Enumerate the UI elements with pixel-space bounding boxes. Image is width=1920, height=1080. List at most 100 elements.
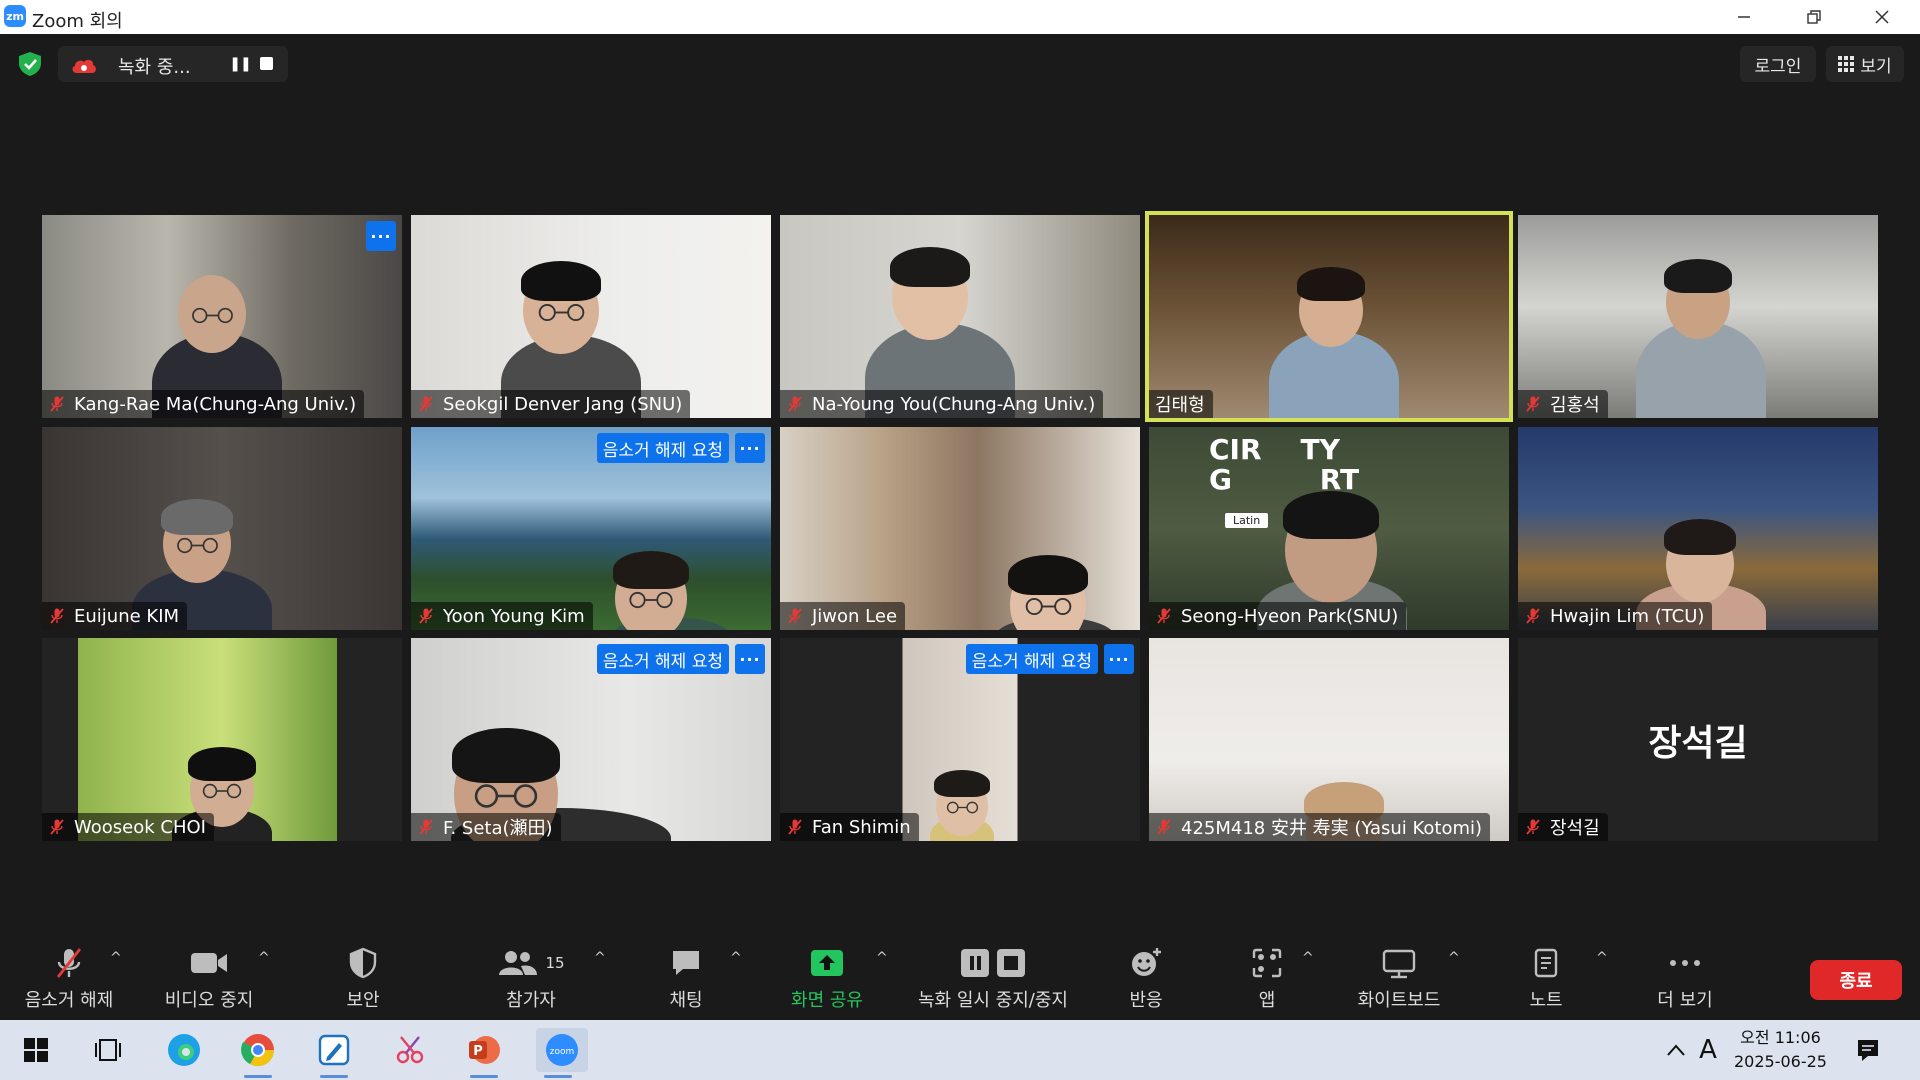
video-tile[interactable]: Kang-Rae Ma(Chung-Ang Univ.) ··· (42, 215, 402, 418)
mic-muted-icon (1526, 396, 1540, 412)
tile-more-button[interactable]: ··· (1104, 644, 1134, 674)
video-tile[interactable]: Yoon Young Kim 음소거 해제 요청 ··· (411, 427, 771, 630)
ime-indicator[interactable]: A (1686, 1028, 1730, 1072)
mic-muted-icon (419, 396, 433, 412)
notifications-button[interactable] (1846, 1028, 1890, 1072)
video-tile[interactable]: Fan Shimin 음소거 해제 요청 ··· (780, 638, 1140, 841)
participant-name: Seokgil Denver Jang (SNU) (443, 393, 683, 415)
participant-name: 김홍석 (1550, 395, 1600, 416)
participant-hair (1664, 259, 1732, 293)
notes-options-caret-icon[interactable]: ^ (1596, 950, 1608, 966)
clock-date: 2025-06-25 (1734, 1052, 1827, 1071)
more-label: 더 보기 (1657, 990, 1713, 1011)
login-button[interactable]: 로그인 (1740, 46, 1816, 82)
recording-controls-button[interactable]: 녹화 일시 중지/중지 (910, 940, 1076, 1020)
participant-hair (1008, 555, 1088, 595)
apps-options-caret-icon[interactable]: ^ (1302, 950, 1314, 966)
security-shield-icon[interactable] (16, 50, 44, 78)
mic-muted-icon (56, 948, 82, 978)
participants-button[interactable]: 15 참가자 (486, 940, 576, 1020)
unmute-request-badge[interactable]: 음소거 해제 요청 (965, 644, 1098, 674)
editor-app-button[interactable] (312, 1028, 356, 1078)
share-options-caret-icon[interactable]: ^ (876, 950, 888, 966)
participant-nameplate: Hwajin Lim (TCU) (1518, 602, 1713, 630)
participant-hair (452, 728, 560, 783)
more-button[interactable]: 더 보기 (1652, 940, 1718, 1020)
video-tile[interactable]: F. Seta(瀬田) 음소거 해제 요청 ··· (411, 638, 771, 841)
apps-button[interactable]: 앱 (1246, 940, 1288, 1020)
mic-muted-icon (1526, 608, 1540, 624)
participant-name: Yoon Young Kim (443, 605, 585, 627)
video-tile[interactable]: Wooseok CHOI (42, 638, 402, 841)
video-tile[interactable]: Na-Young You(Chung-Ang Univ.) (780, 215, 1140, 418)
participant-name: Kang-Rae Ma(Chung-Ang Univ.) (74, 393, 357, 415)
participant-name: Seong-Hyeon Park(SNU) (1181, 605, 1399, 627)
participant-nameplate: 425M418 安井 寿実 (Yasui Kotomi) (1149, 813, 1491, 841)
unmute-request-badge[interactable]: 음소거 해제 요청 (596, 433, 729, 463)
video-tile[interactable]: Jiwon Lee (780, 427, 1140, 630)
unmute-button[interactable]: 음소거 해제 (18, 940, 120, 1020)
video-tile[interactable]: 장석길 장석길 (1518, 638, 1878, 841)
video-tile[interactable]: 김홍석 (1518, 215, 1878, 418)
glasses-icon (538, 304, 584, 322)
system-clock[interactable]: 오전 11:06 2025-06-25 (1734, 1026, 1827, 1074)
close-button[interactable] (1852, 0, 1912, 34)
participant-hair (161, 499, 233, 535)
share-screen-button[interactable]: 화면 공유 (780, 940, 874, 1020)
participants-label: 참가자 (506, 990, 556, 1011)
glasses-icon (1025, 598, 1071, 616)
video-tile[interactable]: Euijune KIM (42, 427, 402, 630)
unmute-request-badge[interactable]: 음소거 해제 요청 (596, 644, 729, 674)
windows-taskbar: P zoom A 오전 11:06 2025-06-25 (0, 1020, 1920, 1080)
stop-recording-button[interactable] (260, 57, 273, 70)
powerpoint-button[interactable]: P (462, 1028, 506, 1078)
start-button[interactable] (14, 1028, 58, 1072)
video-tile[interactable]: Seokgil Denver Jang (SNU) (411, 215, 771, 418)
pause-recording-button[interactable]: ❚❚ (228, 52, 252, 76)
participant-nameplate: Seokgil Denver Jang (SNU) (411, 390, 691, 418)
mic-muted-icon (419, 819, 433, 835)
whiteboard-button[interactable]: 화이트보드 (1352, 940, 1446, 1020)
mic-muted-icon (1157, 608, 1171, 624)
mic-muted-icon (419, 608, 433, 624)
tile-more-button[interactable]: ··· (735, 644, 765, 674)
task-view-button[interactable] (86, 1028, 130, 1072)
video-tile[interactable]: 김태형 (1145, 211, 1513, 422)
security-button[interactable]: 보안 (330, 940, 396, 1020)
whiteboard-icon (1382, 949, 1416, 979)
participant-name: Wooseok CHOI (74, 816, 206, 838)
participant-hair (613, 551, 689, 589)
participant-hair (1297, 267, 1365, 301)
participant-name: Na-Young You(Chung-Ang Univ.) (812, 393, 1096, 415)
apps-label: 앱 (1258, 990, 1276, 1011)
view-button[interactable]: 보기 (1826, 46, 1904, 82)
recording-controls-label: 녹화 일시 중지/중지 (918, 990, 1068, 1011)
mic-muted-icon (788, 396, 802, 412)
notification-icon (1858, 1040, 1878, 1061)
edge-browser-button[interactable] (162, 1028, 206, 1072)
chat-button[interactable]: 채팅 (652, 940, 720, 1020)
minimize-icon (1738, 16, 1750, 18)
stop-video-button[interactable]: 비디오 중지 (158, 940, 260, 1020)
notes-button[interactable]: 노트 (1524, 940, 1568, 1020)
tile-more-button[interactable]: ··· (366, 221, 396, 251)
reactions-button[interactable]: 반응 (1124, 940, 1168, 1020)
whiteboard-options-caret-icon[interactable]: ^ (1448, 950, 1460, 966)
video-tile[interactable]: 425M418 安井 寿実 (Yasui Kotomi) (1149, 638, 1509, 841)
end-meeting-button[interactable]: 종료 (1810, 960, 1902, 1000)
restore-button[interactable] (1784, 0, 1844, 34)
tile-more-button[interactable]: ··· (735, 433, 765, 463)
video-tile[interactable]: CIR TY G RT Latin Seong-Hyeon Park(SNU) (1149, 427, 1509, 630)
snipping-tool-button[interactable] (388, 1028, 432, 1072)
share-screen-icon (811, 950, 843, 976)
zoom-app-button[interactable]: zoom (536, 1028, 588, 1078)
chat-options-caret-icon[interactable]: ^ (730, 950, 742, 966)
audio-options-caret-icon[interactable]: ^ (110, 950, 122, 966)
video-tile[interactable]: Hwajin Lim (TCU) (1518, 427, 1878, 630)
chrome-browser-button[interactable] (236, 1028, 280, 1078)
video-options-caret-icon[interactable]: ^ (258, 950, 270, 966)
participants-options-caret-icon[interactable]: ^ (594, 950, 606, 966)
participant-name: 장석길 (1550, 818, 1600, 839)
glasses-icon (629, 592, 673, 609)
minimize-button[interactable] (1714, 0, 1774, 34)
